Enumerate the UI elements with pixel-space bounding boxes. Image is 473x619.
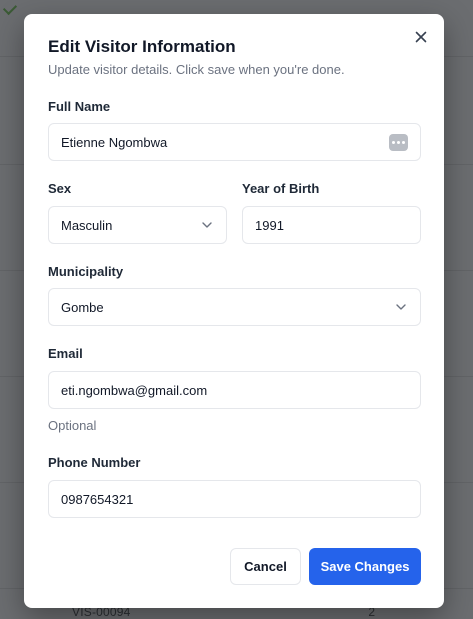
email-value: eti.ngombwa@gmail.com <box>61 382 208 398</box>
full-name-value: Etienne Ngombwa <box>61 134 168 150</box>
sex-label: Sex <box>48 181 72 196</box>
year-of-birth-input[interactable]: 1991 <box>242 206 421 244</box>
close-button[interactable] <box>412 28 430 46</box>
more-dots-icon[interactable] <box>389 133 408 151</box>
chevron-down-icon <box>394 300 408 314</box>
background-check-icon <box>2 0 18 16</box>
phone-number-value: 0987654321 <box>61 491 134 507</box>
year-of-birth-label: Year of Birth <box>242 181 320 196</box>
dialog-title: Edit Visitor Information <box>48 37 236 56</box>
full-name-input[interactable]: Etienne Ngombwa <box>48 123 421 161</box>
sex-value: Masculin <box>61 217 113 233</box>
edit-visitor-dialog: Edit Visitor Information Update visitor … <box>24 14 444 608</box>
email-label: Email <box>48 346 83 361</box>
save-changes-button[interactable]: Save Changes <box>309 548 421 585</box>
chevron-down-icon <box>200 218 214 232</box>
dialog-description: Update visitor details. Click save when … <box>48 62 345 77</box>
phone-number-label: Phone Number <box>48 455 141 470</box>
email-hint: Optional <box>48 418 97 433</box>
municipality-select[interactable]: Gombe <box>48 288 421 326</box>
cancel-button[interactable]: Cancel <box>230 548 301 585</box>
email-input[interactable]: eti.ngombwa@gmail.com <box>48 371 421 409</box>
phone-number-input[interactable]: 0987654321 <box>48 480 421 518</box>
municipality-value: Gombe <box>61 299 104 315</box>
close-icon <box>415 31 427 43</box>
year-of-birth-value: 1991 <box>255 217 284 233</box>
sex-select[interactable]: Masculin <box>48 206 227 244</box>
municipality-label: Municipality <box>48 264 124 279</box>
full-name-label: Full Name <box>48 99 111 114</box>
